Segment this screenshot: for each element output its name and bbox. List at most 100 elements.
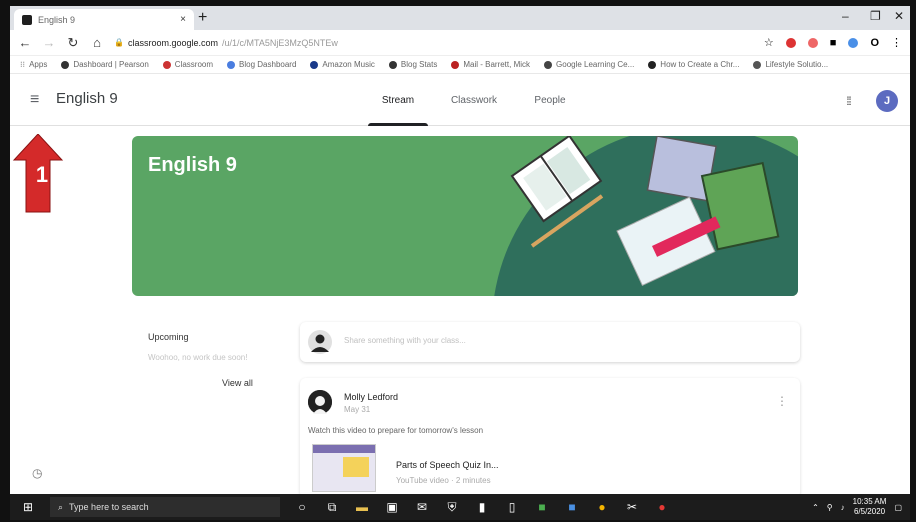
stream-post: Molly Ledford May 31 ⋮ Watch this video … [300, 378, 800, 494]
red-app-icon[interactable]: ● [654, 500, 670, 514]
clock-date: 6/5/2020 [853, 507, 886, 516]
extension-square-icon[interactable]: ■ [830, 37, 837, 49]
search-placeholder: Type here to search [69, 502, 149, 512]
star-icon[interactable]: ☆ [764, 36, 774, 49]
bookmark-item[interactable]: Dashboard | Pearson [61, 60, 149, 69]
video-thumbnail[interactable] [312, 444, 376, 492]
bookmark-favicon-icon [544, 60, 553, 69]
bookmark-favicon-icon [162, 60, 171, 69]
bookmark-favicon-icon [648, 60, 657, 69]
upcoming-heading: Upcoming [148, 332, 189, 342]
url-field[interactable]: 🔒 classroom.google.com /u/1/c/MTA5NjE3Mz… [114, 38, 574, 48]
file-explorer-icon[interactable]: ▬ [354, 500, 370, 514]
bookmark-item[interactable]: Lifestyle Solutio... [753, 60, 828, 69]
author-avatar [308, 390, 332, 414]
upcoming-status: Woohoo, no work due soon! [148, 353, 248, 362]
bookmark-item[interactable]: ⁝⁝ Apps [20, 60, 47, 69]
network-icon[interactable]: ⚲ [827, 503, 833, 512]
post-date: May 31 [344, 405, 371, 414]
bookmark-item[interactable]: How to Create a Chr... [648, 60, 739, 69]
search-icon: ⌕ [58, 501, 64, 512]
extension-blue-icon[interactable] [848, 37, 859, 48]
extension-red-icon[interactable] [785, 37, 796, 48]
restore-icon[interactable]: ❐ [870, 9, 881, 23]
bookmark-item[interactable]: Amazon Music [310, 60, 375, 69]
reload-icon[interactable]: ↻ [66, 35, 80, 51]
blue-app-icon[interactable]: ■ [564, 500, 580, 514]
clock[interactable]: 10:35 AM 6/5/2020 [853, 497, 887, 517]
bookmark-favicon-icon [227, 60, 236, 69]
classroom-header: ≡ English 9 Stream Classwork People ⁞⁞⁞ … [10, 74, 910, 126]
bookmark-item[interactable]: Google Learning Ce... [544, 60, 634, 69]
app-icon[interactable]: ▮ [474, 500, 490, 514]
browser-window: English 9 × + – ❐ ✕ ← → ↻ ⌂ 🔒 classroom.… [10, 6, 910, 494]
tab-stream[interactable]: Stream [360, 74, 436, 126]
extension-pin-icon[interactable] [807, 37, 818, 48]
bookmark-item[interactable]: Mail - Barrett, Mick [451, 60, 530, 69]
tab-bar: English 9 × + – ❐ ✕ [10, 6, 910, 30]
class-name[interactable]: English 9 [56, 90, 118, 107]
view-all-link[interactable]: View all [222, 378, 253, 388]
back-icon[interactable]: ← [18, 35, 32, 50]
tab-title: English 9 [38, 14, 76, 25]
volume-icon[interactable]: ♪ [841, 503, 845, 512]
close-window-icon[interactable]: ✕ [894, 9, 904, 23]
bookmark-favicon-icon [310, 60, 319, 69]
chevron-up-icon[interactable]: ⌃ [812, 503, 819, 512]
lock-icon: 🔒 [114, 38, 124, 47]
bookmark-favicon-icon [388, 60, 397, 69]
post-menu-icon[interactable]: ⋮ [776, 394, 788, 408]
taskbar-search[interactable]: ⌕ Type here to search [50, 497, 280, 517]
class-tabs: Stream Classwork People [360, 74, 588, 126]
tab-classwork[interactable]: Classwork [436, 74, 512, 126]
post-author: Molly Ledford [344, 392, 399, 402]
mail-icon[interactable]: ✉ [414, 500, 430, 514]
apps-grid-icon: ⁝⁝ [20, 60, 26, 69]
green-app-icon[interactable]: ■ [534, 500, 550, 514]
banner-title[interactable]: English 9 [148, 154, 237, 177]
google-apps-icon[interactable]: ⁞⁞⁞ [846, 94, 852, 108]
windows-taskbar: ⊞ ⌕ Type here to search ○ ⧉ ▬ ▣ ✉ ⛨ ▮ ▯ … [10, 494, 910, 520]
bookmark-item[interactable]: Classroom [162, 60, 213, 69]
classroom-favicon-icon [22, 14, 32, 25]
cortana-icon[interactable]: ○ [294, 500, 310, 514]
clock-time: 10:35 AM [852, 497, 887, 506]
history-icon[interactable]: ◷ [32, 466, 42, 480]
address-bar: ← → ↻ ⌂ 🔒 classroom.google.com /u/1/c/MT… [10, 30, 910, 56]
system-tray: ⌃ ⚲ ♪ 10:35 AM 6/5/2020 ▢ [812, 497, 910, 517]
bookmarks-bar: ⁝⁝ Apps Dashboard | Pearson Classroom Blo… [10, 56, 910, 74]
video-title[interactable]: Parts of Speech Quiz In... [396, 460, 499, 470]
bookmark-favicon-icon [451, 60, 460, 69]
notification-icon[interactable]: ▢ [894, 503, 902, 512]
menu-dots-icon[interactable]: ⋮ [891, 36, 902, 49]
url-path: /u/1/c/MTA5NjE3MzQ5NTEw [222, 37, 338, 48]
user-avatar [308, 330, 332, 354]
home-icon[interactable]: ⌂ [90, 35, 104, 50]
close-tab-icon[interactable]: × [180, 14, 186, 25]
profile-circle-icon[interactable]: O [870, 37, 879, 49]
bookmark-item[interactable]: Blog Dashboard [227, 60, 296, 69]
forward-icon[interactable]: → [42, 35, 56, 50]
windows-start-icon[interactable]: ⊞ [10, 494, 46, 520]
calculator-icon[interactable]: ▯ [504, 500, 520, 514]
new-tab-button[interactable]: + [198, 9, 207, 27]
red-arrow-annotation: 1 [12, 133, 64, 214]
hamburger-menu-icon[interactable]: ≡ [30, 91, 39, 109]
browser-tab[interactable]: English 9 × [14, 9, 194, 30]
author-photo-icon [308, 390, 332, 414]
bookmark-favicon-icon [61, 60, 70, 69]
chrome-icon[interactable]: ● [594, 500, 610, 514]
avatar[interactable]: J [876, 90, 898, 112]
bookmark-item[interactable]: Blog Stats [388, 60, 437, 69]
store-icon[interactable]: ▣ [384, 500, 400, 514]
video-subtitle: YouTube video · 2 minutes [396, 476, 491, 485]
task-view-icon[interactable]: ⧉ [324, 500, 340, 515]
person-icon [311, 334, 329, 352]
annotation-number: 1 [35, 162, 49, 187]
snip-icon[interactable]: ✂ [624, 500, 640, 514]
url-domain: classroom.google.com [127, 37, 219, 48]
announce-box[interactable]: Share something with your class... [300, 322, 800, 362]
minimize-icon[interactable]: – [842, 9, 849, 23]
shield-icon[interactable]: ⛨ [444, 500, 460, 515]
tab-people[interactable]: People [512, 74, 588, 126]
